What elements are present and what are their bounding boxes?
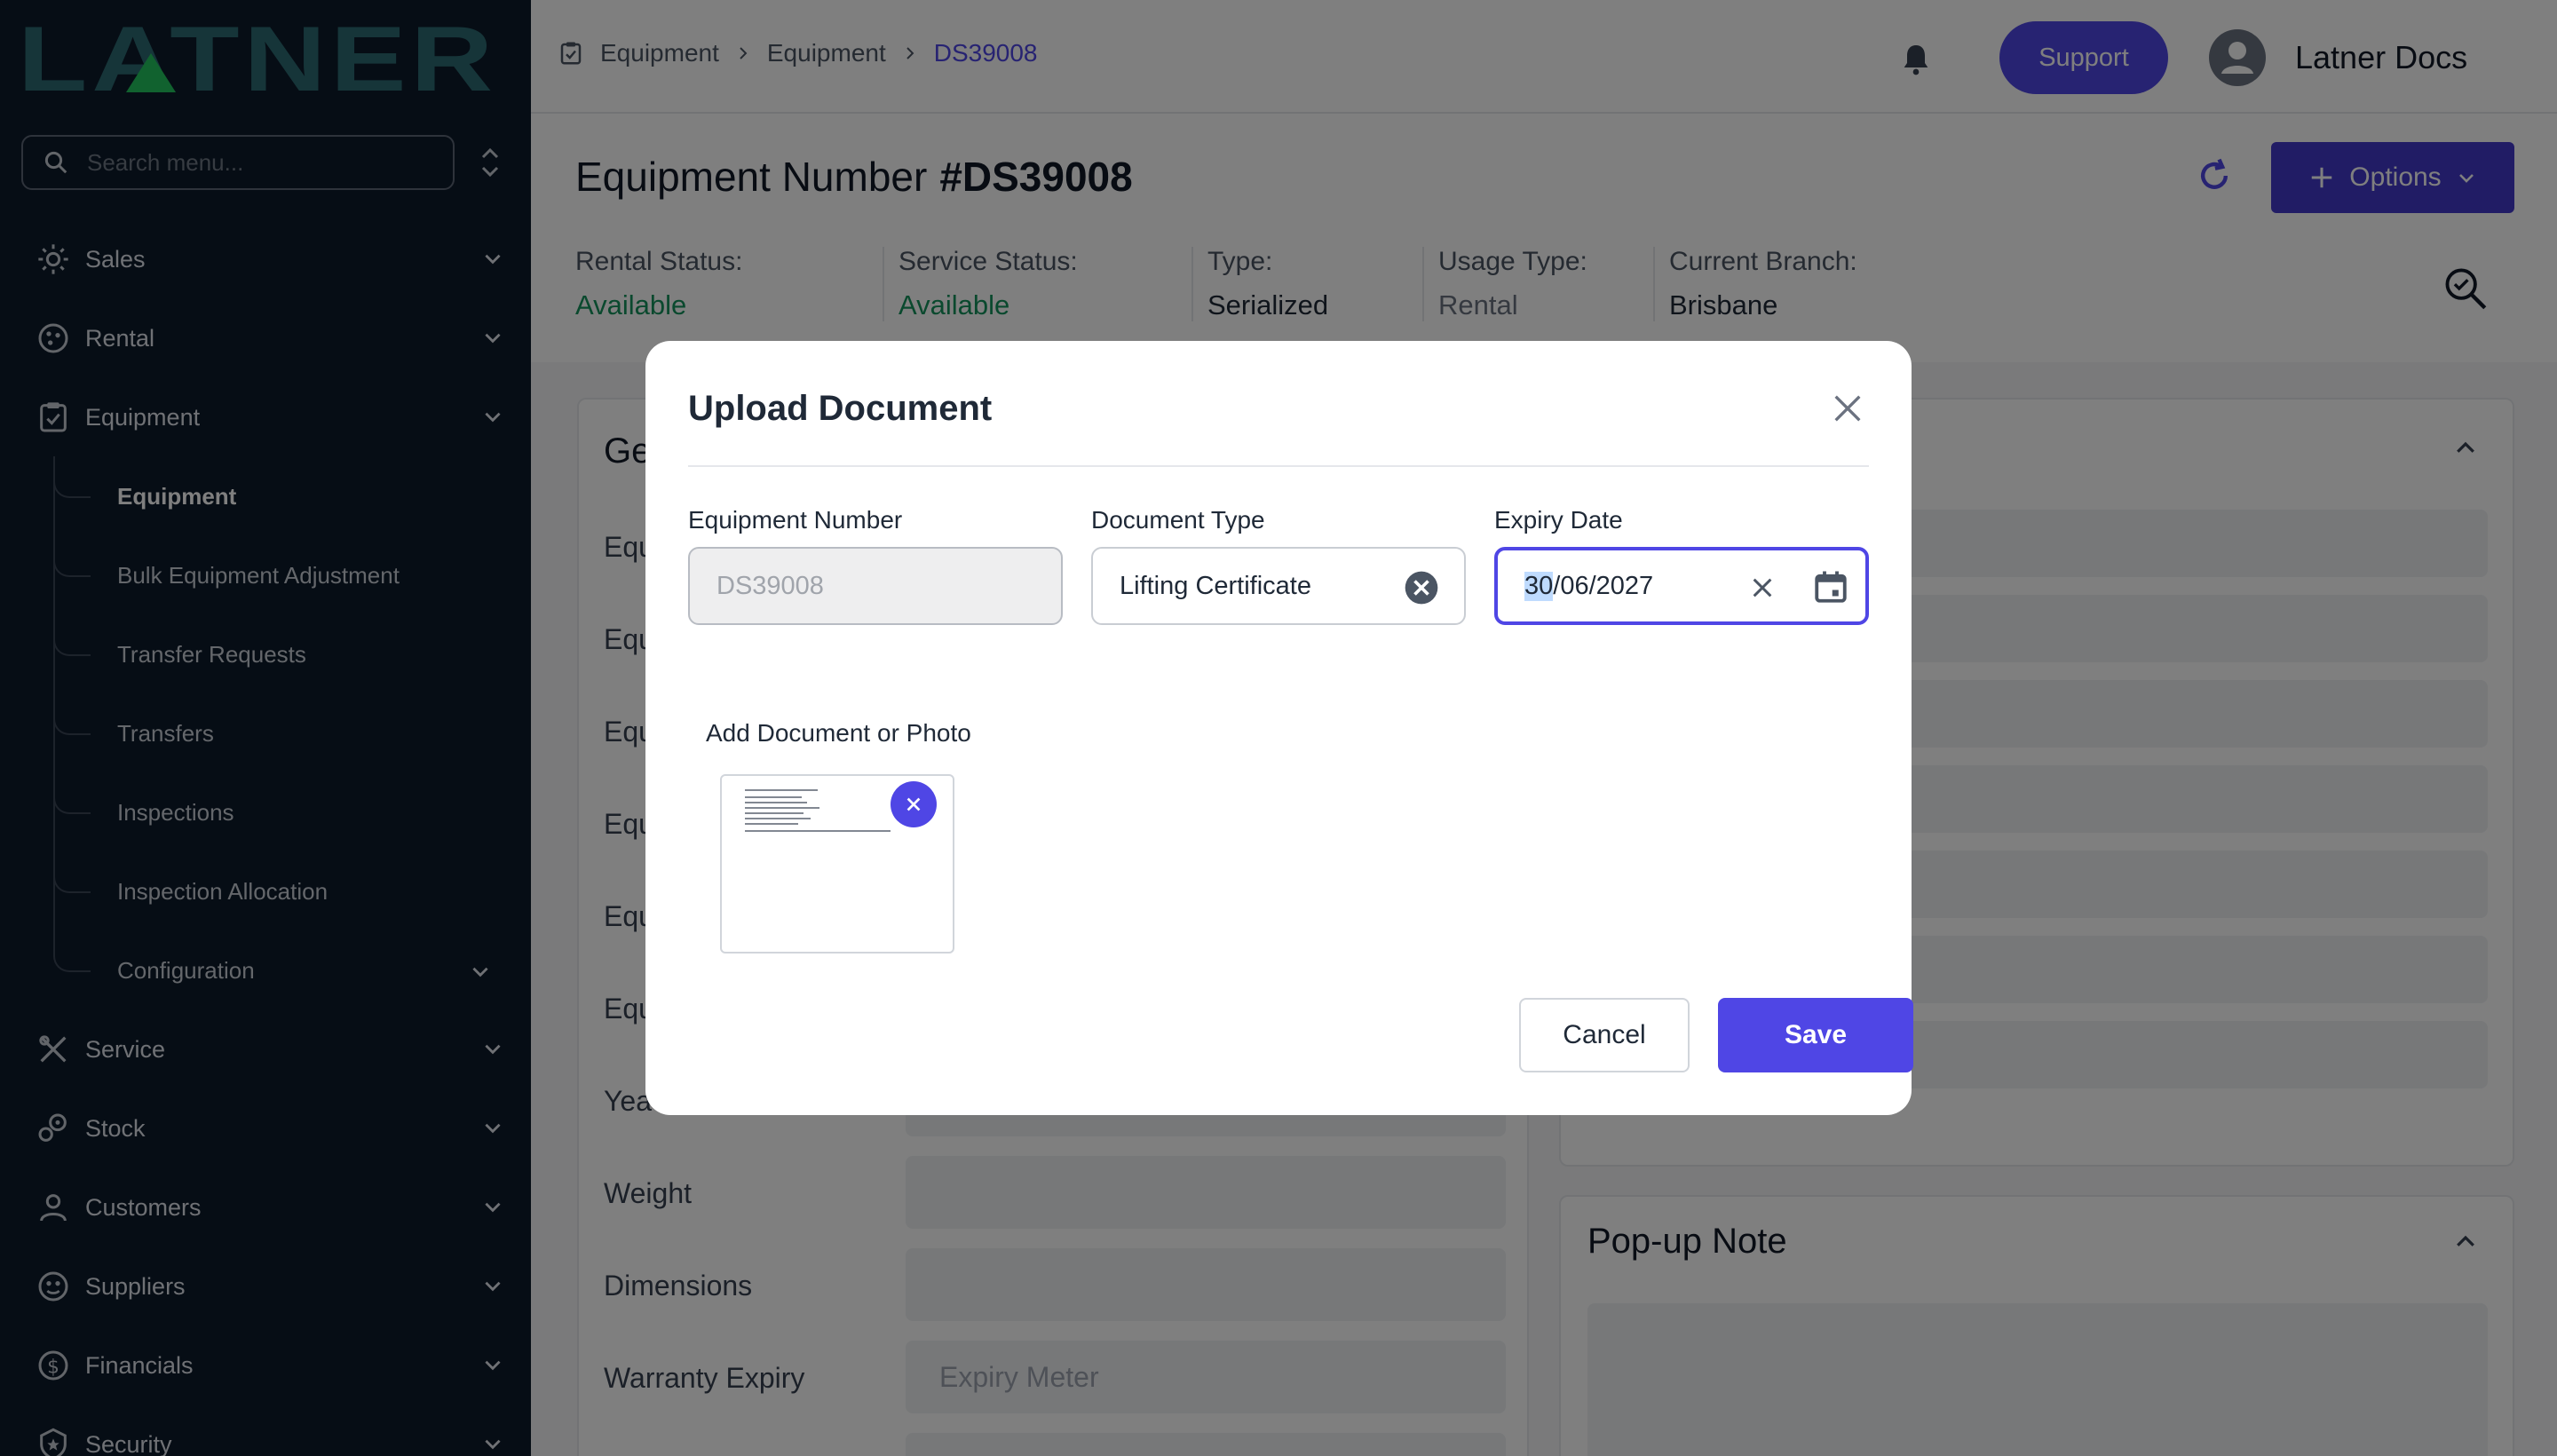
clear-circle-icon[interactable] xyxy=(1404,570,1439,605)
expiry-date-label: Expiry Date xyxy=(1494,506,1623,534)
expiry-date-day-selected: 30 xyxy=(1524,571,1554,601)
equipment-number-field: DS39008 xyxy=(688,547,1063,625)
cancel-button[interactable]: Cancel xyxy=(1519,998,1690,1072)
document-type-value: Lifting Certificate xyxy=(1120,571,1311,600)
expiry-date-rest: /06/2027 xyxy=(1553,571,1654,600)
document-type-label: Document Type xyxy=(1091,506,1265,534)
remove-document-button[interactable] xyxy=(891,781,937,827)
close-icon xyxy=(906,797,921,811)
calendar-icon[interactable] xyxy=(1812,568,1849,605)
expiry-date-input[interactable]: 30/06/2027 xyxy=(1494,547,1869,625)
modal-divider xyxy=(688,465,1869,467)
equipment-number-label: Equipment Number xyxy=(688,506,903,534)
close-icon[interactable] xyxy=(1830,391,1865,426)
save-button[interactable]: Save xyxy=(1718,998,1913,1072)
upload-document-modal: Upload Document Equipment Number DS39008… xyxy=(645,341,1913,1115)
document-type-select[interactable]: Lifting Certificate xyxy=(1091,547,1466,625)
clear-icon[interactable] xyxy=(1748,574,1777,602)
add-document-label: Add Document or Photo xyxy=(706,719,971,747)
modal-title: Upload Document xyxy=(688,389,993,428)
